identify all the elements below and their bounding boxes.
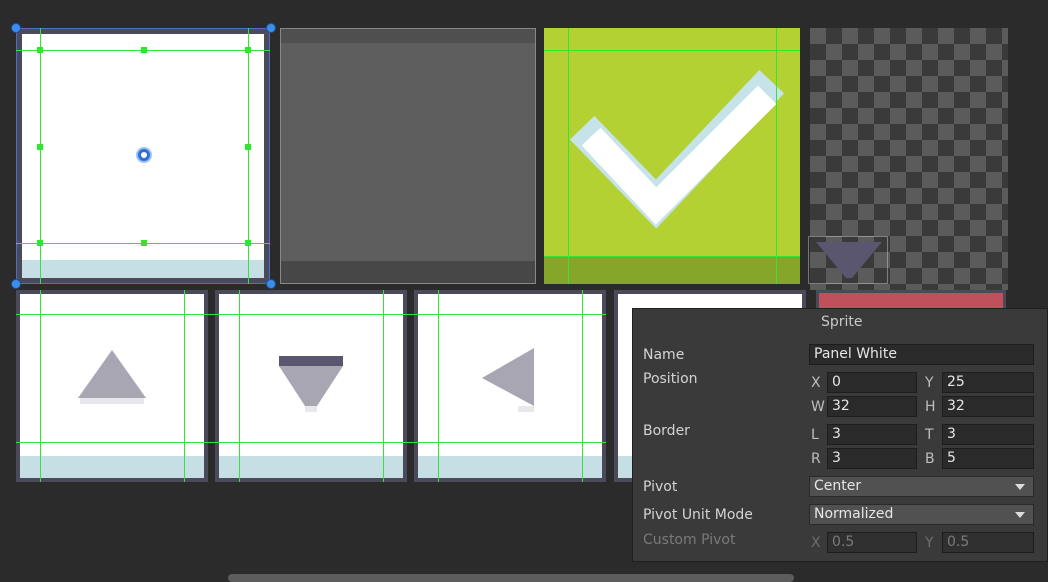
resize-corner-handle[interactable]: [11, 279, 21, 289]
position-x-field[interactable]: 0: [827, 372, 917, 393]
border-line: [438, 290, 439, 482]
border-handle[interactable]: [37, 240, 43, 246]
arrow-down-icon: [279, 356, 343, 412]
custom-x-label: X: [811, 535, 821, 551]
sprite-arrow-up-panel[interactable]: [16, 290, 208, 482]
border-label: Border: [643, 423, 690, 439]
border-l-label: L: [811, 427, 819, 443]
pos-h-label: H: [925, 399, 936, 415]
border-handle[interactable]: [245, 47, 251, 53]
border-r-field[interactable]: 3: [827, 448, 917, 469]
sprite-panel-gray[interactable]: [280, 28, 536, 284]
pivot-dropdown-value: Center: [814, 478, 862, 494]
border-line: [16, 314, 606, 315]
border-handle[interactable]: [141, 240, 147, 246]
checkmark-icon: [569, 69, 785, 229]
border-line: [582, 290, 583, 482]
resize-corner-handle[interactable]: [266, 23, 276, 33]
sprite-red-panel[interactable]: [816, 290, 1006, 310]
border-handle[interactable]: [37, 144, 43, 150]
border-handle[interactable]: [37, 47, 43, 53]
pivot-unit-mode-value: Normalized: [814, 506, 894, 522]
horizontal-scrollbar[interactable]: [228, 574, 794, 582]
name-label: Name: [643, 347, 685, 363]
border-line: [383, 290, 384, 482]
border-handle[interactable]: [141, 47, 147, 53]
custom-pivot-y-field: 0.5: [942, 532, 1034, 553]
inspector-title: Sprite: [821, 314, 863, 330]
pos-y-label: Y: [925, 375, 934, 391]
border-t-label: T: [925, 427, 934, 443]
custom-pivot-label: Custom Pivot: [643, 532, 736, 548]
border-b-field[interactable]: 5: [942, 448, 1034, 469]
border-line: [40, 290, 41, 482]
resize-corner-handle[interactable]: [11, 23, 21, 33]
custom-pivot-x-field: 0.5: [827, 532, 917, 553]
dropdown-caret-icon: [1015, 512, 1025, 518]
pos-w-label: W: [811, 399, 825, 415]
border-line: [544, 50, 800, 51]
border-b-label: B: [925, 451, 935, 467]
sprite-arrow-left-panel[interactable]: [414, 290, 606, 482]
custom-y-label: Y: [925, 535, 934, 551]
position-y-field[interactable]: 25: [942, 372, 1034, 393]
sprite-check-green[interactable]: [544, 28, 800, 284]
pivot-unit-mode-dropdown[interactable]: Normalized: [809, 504, 1034, 525]
border-line: [544, 256, 800, 257]
arrow-up-icon: [78, 350, 146, 404]
border-line: [776, 28, 777, 284]
pivot-label: Pivot: [643, 479, 678, 495]
arrow-down-icon: [816, 242, 882, 278]
position-w-field[interactable]: 32: [827, 396, 917, 417]
border-handle[interactable]: [245, 240, 251, 246]
sprite-inspector-panel: Sprite Name Panel White Position X 0 Y 2…: [632, 308, 1048, 562]
arrow-left-icon: [482, 348, 534, 412]
pivot-icon[interactable]: [135, 146, 153, 164]
border-handle[interactable]: [245, 144, 251, 150]
border-t-field[interactable]: 3: [942, 424, 1034, 445]
border-line: [184, 290, 185, 482]
border-line: [239, 290, 240, 482]
position-h-field[interactable]: 32: [942, 396, 1034, 417]
name-field[interactable]: Panel White: [809, 344, 1034, 365]
dropdown-caret-icon: [1015, 484, 1025, 490]
sprite-arrow-down-panel[interactable]: [215, 290, 407, 482]
border-line: [568, 28, 569, 284]
pivot-dropdown[interactable]: Center: [809, 476, 1034, 497]
pivot-unit-mode-label: Pivot Unit Mode: [643, 507, 753, 523]
pos-x-label: X: [811, 375, 821, 391]
border-l-field[interactable]: 3: [827, 424, 917, 445]
border-r-label: R: [811, 451, 821, 467]
position-label: Position: [643, 371, 698, 387]
resize-corner-handle[interactable]: [266, 279, 276, 289]
border-line: [16, 442, 606, 443]
